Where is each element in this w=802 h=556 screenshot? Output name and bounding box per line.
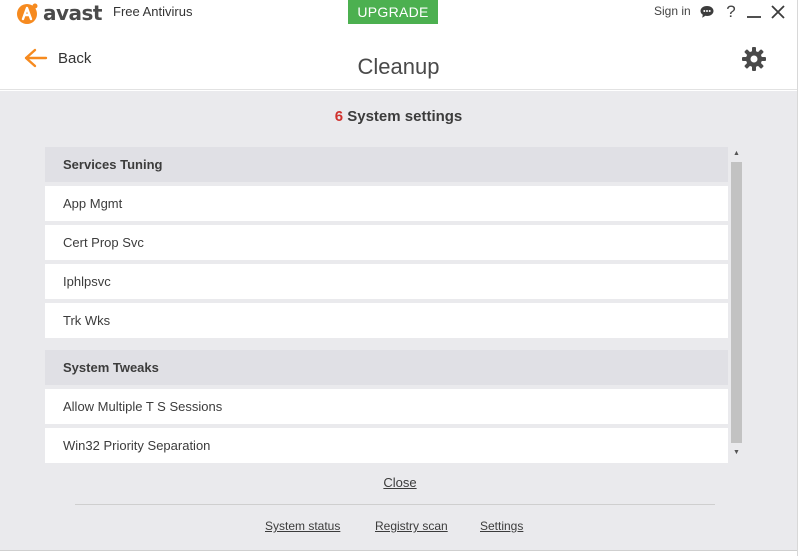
registry-scan-link[interactable]: Registry scan [375, 519, 448, 533]
window-bottom-border [0, 550, 797, 551]
scroll-down-arrow-icon[interactable]: ▼ [730, 446, 743, 458]
minimize-icon[interactable] [745, 2, 763, 22]
title-bar: avast Free Antivirus UPGRADE Sign in ? [0, 0, 797, 28]
list-scrollbar[interactable]: ▲ ▼ [730, 147, 743, 458]
list-item[interactable]: Cert Prop Svc [45, 225, 728, 260]
scroll-thumb[interactable] [731, 162, 742, 443]
scroll-up-arrow-icon[interactable]: ▲ [730, 147, 743, 159]
product-name: Free Antivirus [113, 4, 193, 19]
chat-icon[interactable] [698, 2, 716, 22]
background-window-edge [797, 0, 802, 556]
close-icon[interactable] [768, 2, 788, 22]
settings-link[interactable]: Settings [480, 519, 523, 533]
brand-name: avast [43, 1, 103, 25]
list-item[interactable]: Iphlpsvc [45, 264, 728, 299]
page-title: Cleanup [357, 54, 440, 79]
list-item[interactable]: Win32 Priority Separation [45, 428, 728, 463]
list-item[interactable]: App Mgmt [45, 186, 728, 221]
upgrade-button[interactable]: UPGRADE [348, 0, 438, 24]
page-header: Back Cleanup [0, 28, 797, 90]
settings-label: System settings [347, 108, 463, 125]
group-header-services-tuning: Services Tuning [45, 147, 728, 182]
close-link[interactable]: Close [0, 475, 800, 490]
group-header-system-tweaks: System Tweaks [45, 350, 728, 385]
system-status-link[interactable]: System status [265, 519, 340, 533]
gear-icon[interactable] [741, 46, 767, 72]
help-icon[interactable]: ? [722, 2, 740, 22]
settings-list: Services Tuning App Mgmt Cert Prop Svc I… [45, 147, 728, 463]
avast-window: avast Free Antivirus UPGRADE Sign in ? B… [0, 0, 797, 551]
footer-divider [75, 504, 715, 505]
avast-logo-icon [17, 3, 38, 24]
avast-logo: avast [14, 0, 103, 26]
settings-count: 6 [334, 108, 344, 125]
list-item[interactable]: Allow Multiple T S Sessions [45, 389, 728, 424]
cleanup-content: 6 System settings Services Tuning App Mg… [0, 91, 797, 550]
system-settings-heading: 6 System settings [0, 108, 797, 125]
list-item[interactable]: Trk Wks [45, 303, 728, 338]
sign-in-link[interactable]: Sign in [654, 4, 691, 18]
